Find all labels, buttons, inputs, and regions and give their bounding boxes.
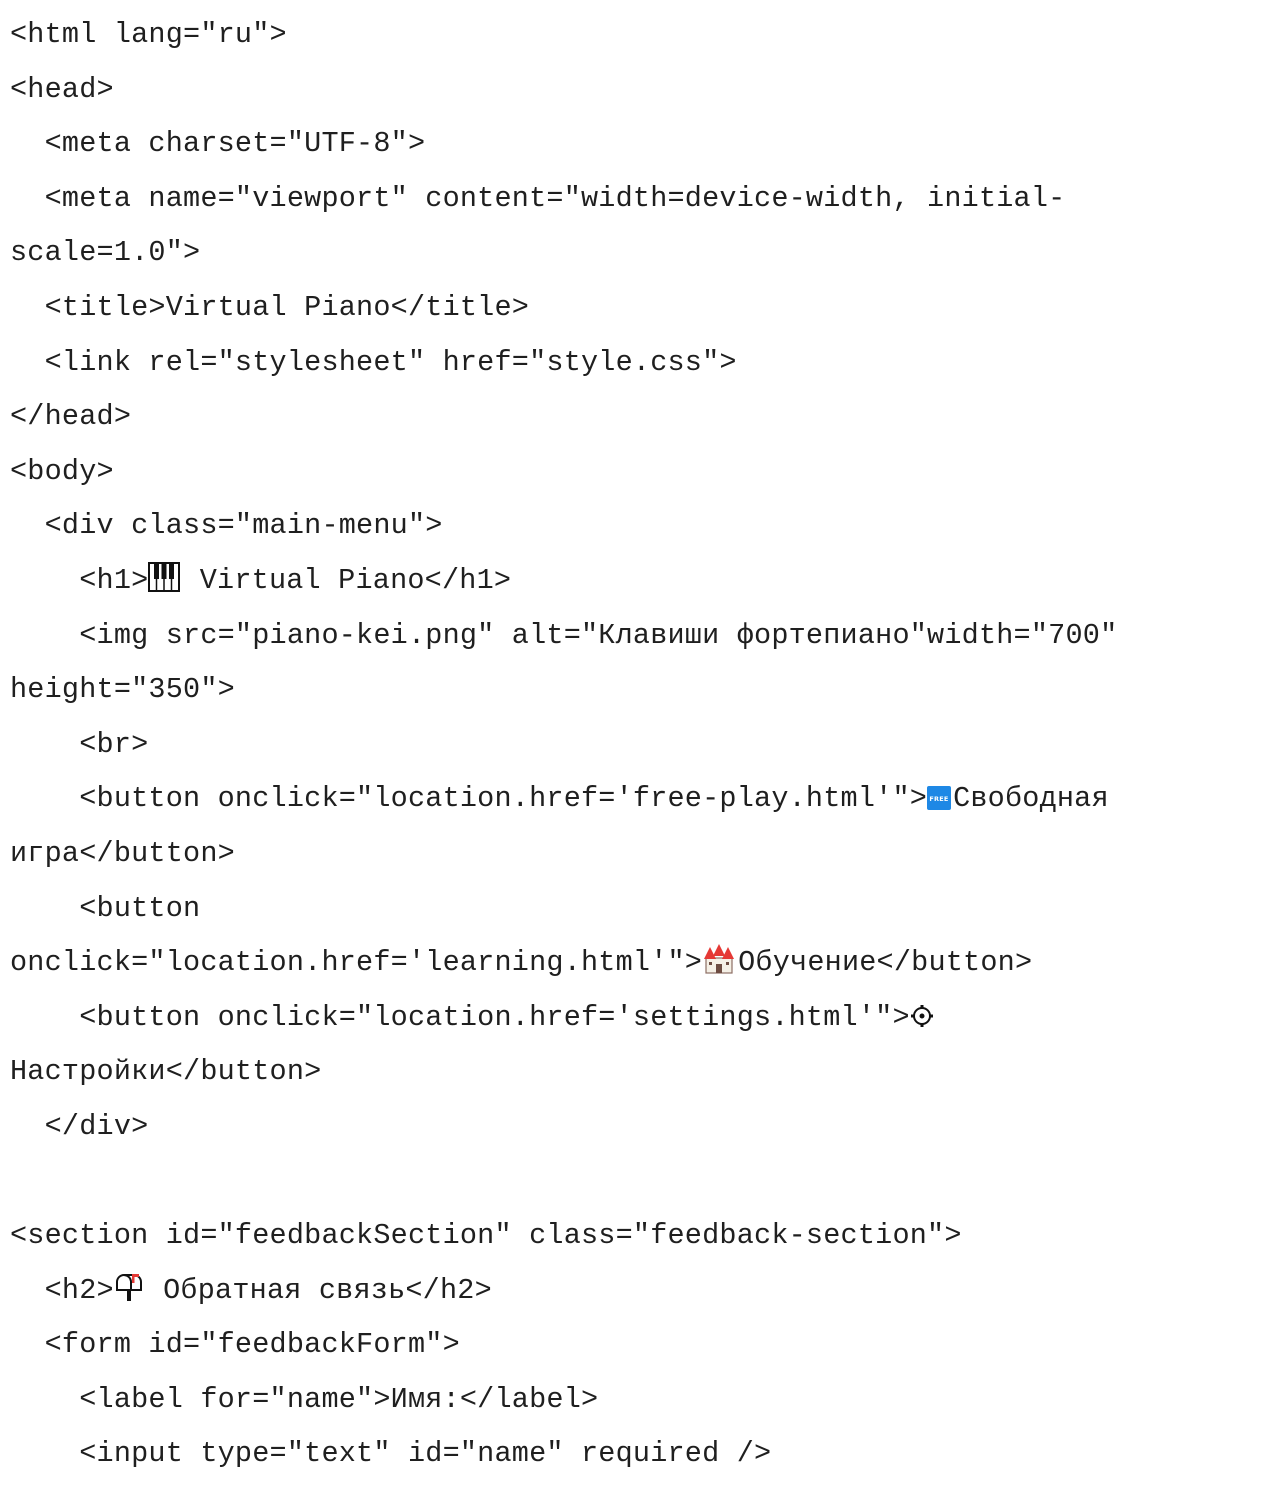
mailbox-icon bbox=[114, 1272, 144, 1302]
code-line: onclick="location.href='learning.html'">… bbox=[10, 936, 1255, 991]
code-text: <button onclick="location.href='settings… bbox=[10, 1000, 910, 1034]
code-line: <input type="text" id="name" required /> bbox=[10, 1437, 772, 1471]
code-text: <button onclick="location.href='free-pla… bbox=[10, 782, 928, 816]
code-line: <img src="piano-kei.png" alt="Клавиши фо… bbox=[10, 618, 1118, 652]
code-line: <section id="feedbackSection" class="fee… bbox=[10, 1219, 962, 1253]
code-line: <head> bbox=[10, 72, 114, 106]
code-line: <label for="name">Имя:</label> bbox=[10, 1382, 599, 1416]
code-line: Настройки</button> bbox=[10, 1055, 322, 1089]
code-line: <button onclick="location.href='settings… bbox=[10, 991, 1255, 1046]
code-text: <h2> bbox=[10, 1273, 114, 1307]
code-text: Обучение</button> bbox=[738, 946, 1033, 980]
piano-keys-icon bbox=[148, 561, 181, 592]
code-line: <h1> Virtual Piano</h1> bbox=[10, 554, 1255, 609]
code-line: <link rel="stylesheet" href="style.css"> bbox=[10, 345, 737, 379]
code-text: Virtual Piano</h1> bbox=[182, 563, 512, 597]
code-line: <div class="main-menu"> bbox=[10, 509, 443, 543]
free-badge-text: FREE bbox=[929, 795, 948, 803]
code-line: <button bbox=[10, 891, 201, 925]
code-line: </div> bbox=[10, 1109, 149, 1143]
code-line: <body> bbox=[10, 454, 114, 488]
code-line: <form id="feedbackForm"> bbox=[10, 1328, 460, 1362]
gear-icon bbox=[910, 1003, 934, 1029]
code-line: <meta charset="UTF-8"> bbox=[10, 127, 426, 161]
code-line: <br> bbox=[10, 727, 149, 761]
code-line: </head> bbox=[10, 400, 132, 434]
castle-icon bbox=[702, 944, 736, 974]
code-line: <h2> Обратная связь</h2> bbox=[10, 1264, 1255, 1319]
code-line: scale=1.0"> bbox=[10, 236, 201, 270]
free-badge-icon: FREE bbox=[927, 786, 952, 811]
code-line: height="350"> bbox=[10, 673, 235, 707]
code-line: <html lang="ru"> bbox=[10, 18, 287, 51]
code-listing: <html lang="ru"> <head> <meta charset="U… bbox=[10, 8, 1255, 1482]
code-line: <title>Virtual Piano</title> bbox=[10, 290, 530, 324]
code-text: onclick="location.href='learning.html'"> bbox=[10, 946, 703, 980]
code-line: игра</button> bbox=[10, 836, 235, 870]
code-text: Свободная bbox=[953, 782, 1109, 816]
code-line: <meta name="viewport" content="width=dev… bbox=[10, 181, 1066, 215]
code-text: <h1> bbox=[10, 563, 149, 597]
code-text: Обратная связь</h2> bbox=[145, 1273, 492, 1307]
code-line: <button onclick="location.href='free-pla… bbox=[10, 772, 1255, 827]
